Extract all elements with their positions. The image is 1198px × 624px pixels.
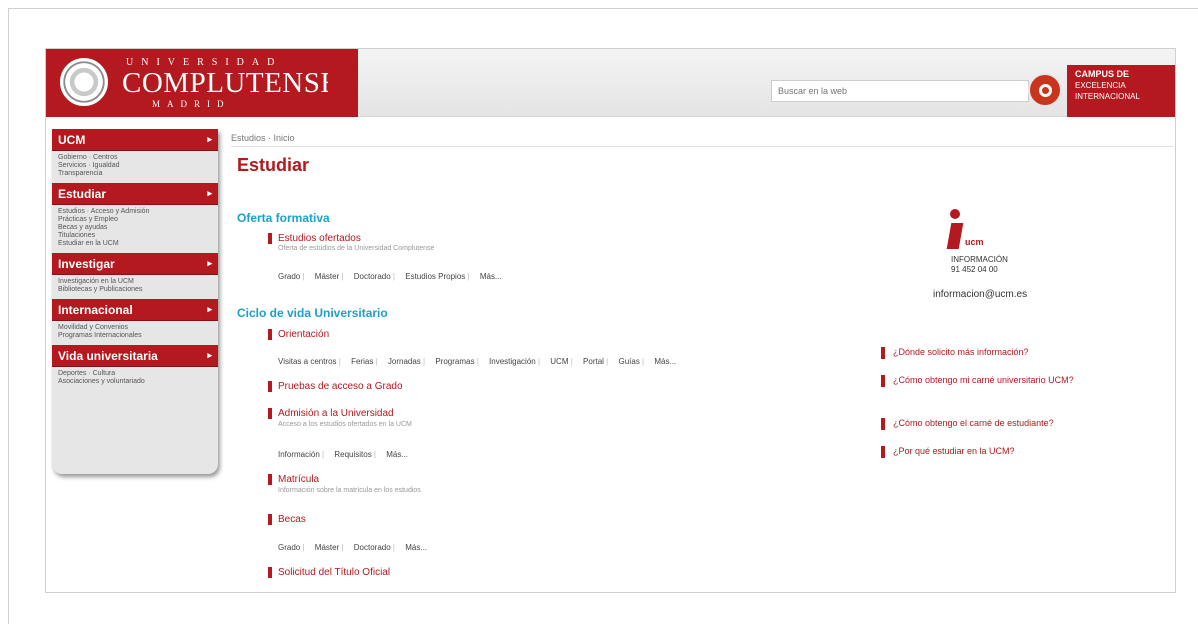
- link-doctorado[interactable]: Doctorado: [354, 272, 395, 281]
- sidebar-link[interactable]: Gobierno · Centros: [58, 154, 214, 162]
- becas-links: Grado Máster Doctorado Más...: [278, 543, 435, 552]
- sidebar-link[interactable]: Estudios · Acceso y Admisión: [58, 208, 214, 216]
- info-title: INFORMACIÓN: [951, 255, 1008, 264]
- sidebar-heading-label: Estudiar: [58, 187, 107, 201]
- sidebar-link[interactable]: Investigación en la UCM: [58, 278, 214, 286]
- link-requisitos[interactable]: Requisitos: [334, 450, 376, 459]
- campus-line1: CAMPUS DE: [1075, 69, 1130, 79]
- search-input[interactable]: [771, 80, 1029, 102]
- link-investigacion[interactable]: Investigación: [489, 357, 540, 366]
- sidebar-heading-label: Vida universitaria: [58, 349, 158, 363]
- sidebar-link[interactable]: Becas y ayudas: [58, 224, 214, 232]
- section-title-ciclo: Ciclo de vida Universitario: [237, 306, 388, 320]
- sidebar-section-internacional: Internacional ▸ Movilidad y Convenios Pro…: [52, 299, 218, 345]
- sidebar-heading-ucm[interactable]: UCM ▸: [52, 129, 218, 151]
- link-orientacion[interactable]: Orientación: [268, 329, 329, 340]
- link-ucm[interactable]: UCM: [550, 357, 573, 366]
- sidebar-heading-label: Internacional: [58, 303, 133, 317]
- arrow-icon: ▸: [207, 304, 212, 314]
- sidebar-link[interactable]: Deportes · Cultura: [58, 370, 214, 378]
- sidebar-heading-label: Investigar: [58, 257, 115, 271]
- info-logo-label: ucm: [965, 237, 984, 247]
- link-matricula[interactable]: Matrícula: [268, 474, 319, 485]
- arrow-icon: ▸: [207, 188, 212, 198]
- sidebar-heading-internacional[interactable]: Internacional ▸: [52, 299, 218, 321]
- university-seal-icon: [60, 58, 108, 106]
- campus-line2: EXCELENCIA: [1075, 81, 1126, 90]
- link-informacion[interactable]: Información: [278, 450, 324, 459]
- divider: [231, 146, 1173, 147]
- logo-main-text: COMPLUTENSE: [122, 67, 339, 99]
- arrow-icon: ▸: [207, 134, 212, 144]
- info-email-link[interactable]: informacion@ucm.es: [933, 289, 1027, 300]
- sidebar-heading-label: UCM: [58, 133, 86, 147]
- faq-link[interactable]: ¿Cómo obtengo mi carné universitario UCM…: [881, 375, 1131, 387]
- breadcrumb[interactable]: Estudios · Inicio: [231, 133, 295, 143]
- search-button[interactable]: [1028, 73, 1062, 107]
- search-icon: [1038, 83, 1052, 97]
- link-master[interactable]: Máster: [315, 543, 344, 552]
- link-mas[interactable]: Más...: [654, 357, 676, 366]
- link-programas[interactable]: Programas: [435, 357, 478, 366]
- sidebar-section-vida: Vida universitaria ▸ Deportes · Cultura A…: [52, 345, 218, 391]
- admision-description: Acceso a los estudios ofertados en la UC…: [278, 421, 412, 428]
- oferta-links: Grado Máster Doctorado Estudios Propios …: [278, 272, 510, 281]
- link-visitas[interactable]: Visitas a centros: [278, 357, 341, 366]
- sidebar-link[interactable]: Estudiar en la UCM: [58, 240, 214, 248]
- link-estudios-propios[interactable]: Estudios Propios: [405, 272, 469, 281]
- arrow-icon: ▸: [207, 258, 212, 268]
- sidebar-heading-investigar[interactable]: Investigar ▸: [52, 253, 218, 275]
- sidebar-link[interactable]: Bibliotecas y Publicaciones: [58, 286, 214, 294]
- arrow-icon: ▸: [207, 350, 212, 360]
- link-master[interactable]: Máster: [315, 272, 344, 281]
- link-mas[interactable]: Más...: [386, 450, 408, 459]
- link-solicitud-titulo[interactable]: Solicitud del Título Oficial: [268, 567, 390, 578]
- header: UNIVERSIDAD COMPLUTENSE MADRID CAMPUS DE…: [46, 49, 1175, 117]
- info-icon: [946, 209, 964, 249]
- sidebar-link[interactable]: Servicios · Igualdad: [58, 162, 214, 170]
- link-pruebas-acceso[interactable]: Pruebas de acceso a Grado: [268, 381, 403, 392]
- sidebar-link[interactable]: Titulaciones: [58, 232, 214, 240]
- sidebar: UCM ▸ Gobierno · Centros Servicios · Igua…: [52, 129, 218, 474]
- logo-bottom-text: MADRID: [152, 99, 231, 109]
- link-mas[interactable]: Más...: [480, 272, 502, 281]
- sidebar-link[interactable]: Programas Internacionales: [58, 332, 214, 340]
- link-mas[interactable]: Más...: [405, 543, 427, 552]
- page-title: Estudiar: [237, 155, 310, 175]
- link-ferias[interactable]: Ferias: [351, 357, 378, 366]
- faq-link[interactable]: ¿Dónde solicito más información?: [881, 347, 1131, 359]
- sidebar-link[interactable]: Asociaciones y voluntariado: [58, 378, 214, 386]
- sidebar-heading-vida-universitaria[interactable]: Vida universitaria ▸: [52, 345, 218, 367]
- sidebar-link[interactable]: Transparencia: [58, 170, 214, 178]
- link-doctorado[interactable]: Doctorado: [354, 543, 395, 552]
- admision-links: Información Requisitos Más...: [278, 450, 416, 459]
- link-estudios-ofertados[interactable]: Estudios ofertados: [268, 233, 361, 244]
- orientacion-links: Visitas a centros Ferias Jornadas Progra…: [278, 357, 684, 366]
- link-grado[interactable]: Grado: [278, 543, 305, 552]
- sidebar-heading-estudiar[interactable]: Estudiar ▸: [52, 183, 218, 205]
- section-title-oferta: Oferta formativa: [237, 211, 330, 225]
- link-admision[interactable]: Admisión a la Universidad: [268, 408, 394, 419]
- sidebar-section-estudiar: Estudiar ▸ Estudios · Acceso y Admisión P…: [52, 183, 218, 253]
- sidebar-section-investigar: Investigar ▸ Investigación en la UCM Bibl…: [52, 253, 218, 299]
- link-portal[interactable]: Portal: [583, 357, 608, 366]
- link-jornadas[interactable]: Jornadas: [388, 357, 425, 366]
- info-logo-sub: INFORMACIÓN 91 452 04 00: [951, 255, 1008, 275]
- logo[interactable]: UNIVERSIDAD COMPLUTENSE MADRID: [46, 49, 358, 117]
- sidebar-link[interactable]: Movilidad y Convenios: [58, 324, 214, 332]
- faq-link[interactable]: ¿Por qué estudiar en la UCM?: [881, 446, 1131, 458]
- sidebar-section-ucm: UCM ▸ Gobierno · Centros Servicios · Igua…: [52, 129, 218, 183]
- matricula-description: Información sobre la matrícula en los es…: [278, 487, 421, 494]
- campus-line3: INTERNACIONAL: [1075, 92, 1140, 101]
- faq-link[interactable]: ¿Cómo obtengo el carné de estudiante?: [881, 418, 1131, 430]
- sidebar-link[interactable]: Prácticas y Empleo: [58, 216, 214, 224]
- info-phone: 91 452 04 00: [951, 265, 998, 274]
- site-container: UNIVERSIDAD COMPLUTENSE MADRID CAMPUS DE…: [45, 48, 1176, 593]
- link-guias[interactable]: Guías: [618, 357, 644, 366]
- link-becas[interactable]: Becas: [268, 514, 306, 525]
- estudios-description: Oferta de estudios de la Universidad Com…: [278, 245, 435, 252]
- logo-diagonal: [328, 49, 358, 117]
- campus-excelencia-badge[interactable]: CAMPUS DE EXCELENCIA INTERNACIONAL: [1067, 65, 1175, 117]
- link-grado[interactable]: Grado: [278, 272, 305, 281]
